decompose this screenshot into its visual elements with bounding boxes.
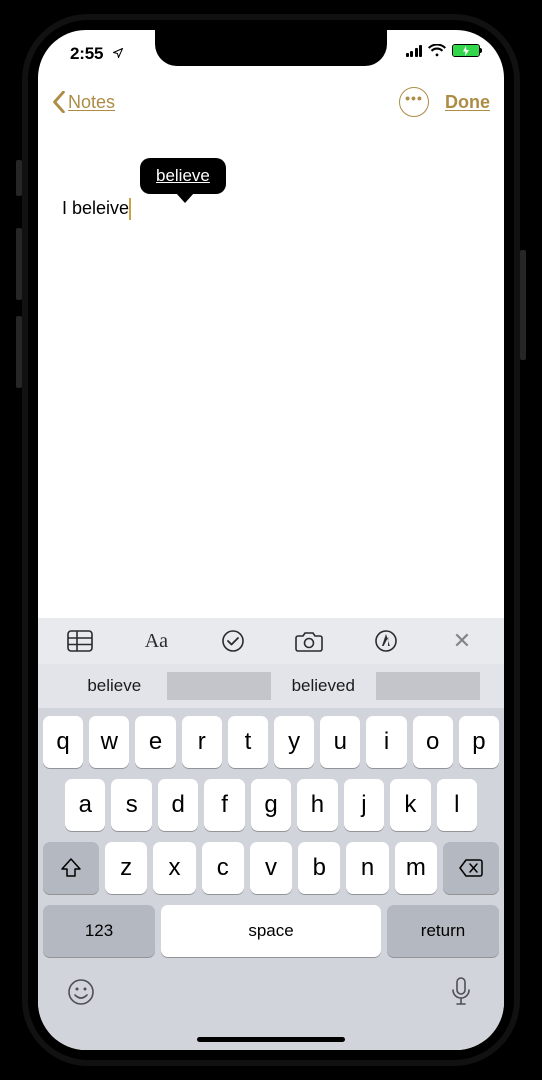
key-u[interactable]: u	[320, 716, 360, 768]
key-z[interactable]: z	[105, 842, 147, 894]
key-v[interactable]: v	[250, 842, 292, 894]
format-tool-button[interactable]: Aa	[142, 627, 170, 655]
autocorrect-bubble[interactable]: believe	[140, 158, 226, 194]
wifi-icon	[428, 44, 446, 57]
note-text: I beleive	[62, 198, 129, 218]
backspace-icon	[458, 858, 484, 878]
key-l[interactable]: l	[437, 779, 477, 831]
return-key[interactable]: return	[387, 905, 499, 957]
key-c[interactable]: c	[202, 842, 244, 894]
keyboard-toolbar: Aa ✕	[38, 618, 504, 664]
emoji-icon	[67, 978, 95, 1006]
key-m[interactable]: m	[395, 842, 437, 894]
markup-tool-button[interactable]	[372, 627, 400, 655]
back-label: Notes	[68, 92, 115, 113]
key-w[interactable]: w	[89, 716, 129, 768]
key-r[interactable]: r	[182, 716, 222, 768]
text-cursor	[129, 198, 131, 220]
key-s[interactable]: s	[111, 779, 151, 831]
suggestion-left[interactable]: believe	[62, 664, 167, 708]
backspace-key[interactable]	[443, 842, 499, 894]
cellular-signal-icon	[406, 45, 423, 57]
key-g[interactable]: g	[251, 779, 291, 831]
key-e[interactable]: e	[135, 716, 175, 768]
key-j[interactable]: j	[344, 779, 384, 831]
key-t[interactable]: t	[228, 716, 268, 768]
key-i[interactable]: i	[366, 716, 406, 768]
home-indicator[interactable]	[197, 1037, 345, 1042]
key-b[interactable]: b	[298, 842, 340, 894]
done-button[interactable]: Done	[445, 92, 490, 113]
more-options-button[interactable]: •••	[399, 87, 429, 117]
key-n[interactable]: n	[346, 842, 388, 894]
table-tool-button[interactable]	[66, 627, 94, 655]
note-body[interactable]: believe I beleive	[38, 128, 504, 618]
key-p[interactable]: p	[459, 716, 499, 768]
key-x[interactable]: x	[153, 842, 195, 894]
chevron-left-icon	[55, 92, 64, 112]
numbers-key[interactable]: 123	[43, 905, 155, 957]
key-h[interactable]: h	[297, 779, 337, 831]
key-f[interactable]: f	[204, 779, 244, 831]
key-k[interactable]: k	[390, 779, 430, 831]
battery-icon	[452, 44, 480, 57]
navigation-bar: Notes ••• Done	[38, 76, 504, 128]
suggestion-right[interactable]: believed	[271, 664, 376, 708]
shift-icon	[60, 857, 82, 879]
emoji-key[interactable]	[66, 977, 96, 1007]
suggestion-bar: believe believed	[38, 664, 504, 708]
shift-key[interactable]	[43, 842, 99, 894]
screen: 2:55 Notes •••	[38, 30, 504, 1050]
key-q[interactable]: q	[43, 716, 83, 768]
dictation-key[interactable]	[446, 977, 476, 1007]
checklist-tool-button[interactable]	[219, 627, 247, 655]
close-toolbar-button[interactable]: ✕	[448, 627, 476, 655]
space-key[interactable]: space	[161, 905, 381, 957]
microphone-icon	[451, 977, 471, 1007]
keyboard: qwertyuiop asdfghjkl zxcvbnm 123 space r…	[38, 708, 504, 963]
location-arrow-icon	[112, 46, 124, 62]
key-d[interactable]: d	[158, 779, 198, 831]
key-y[interactable]: y	[274, 716, 314, 768]
status-bar: 2:55	[38, 30, 504, 76]
key-o[interactable]: o	[413, 716, 453, 768]
status-time: 2:55	[70, 44, 124, 64]
clock-time: 2:55	[70, 44, 103, 63]
back-button[interactable]: Notes	[52, 91, 115, 113]
camera-tool-button[interactable]	[295, 627, 323, 655]
key-a[interactable]: a	[65, 779, 105, 831]
